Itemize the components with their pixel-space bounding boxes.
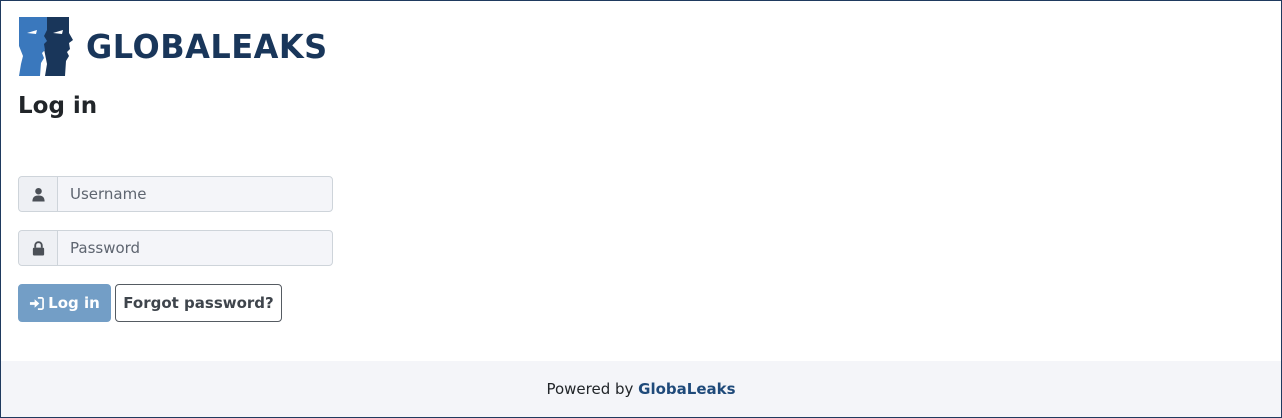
footer-prefix: Powered by bbox=[546, 380, 634, 398]
footer-globaleaks-link[interactable]: GlobaLeaks bbox=[638, 380, 735, 398]
user-icon bbox=[19, 177, 58, 211]
password-input[interactable] bbox=[58, 231, 332, 265]
brand-name: GLOBALEAKS bbox=[86, 26, 328, 66]
username-field-group bbox=[18, 176, 333, 212]
lock-icon bbox=[19, 231, 58, 265]
login-button-label: Log in bbox=[48, 294, 100, 312]
app-window: GLOBALEAKS Log in Log in Forgot password… bbox=[0, 0, 1282, 418]
login-button[interactable]: Log in bbox=[18, 284, 111, 322]
password-field-group bbox=[18, 230, 333, 266]
username-input[interactable] bbox=[58, 177, 332, 211]
header: GLOBALEAKS bbox=[17, 16, 335, 76]
globaleaks-faces-logo[interactable] bbox=[17, 16, 75, 76]
page-title: Log in bbox=[18, 93, 98, 119]
sign-in-icon bbox=[30, 296, 45, 310]
forgot-password-button[interactable]: Forgot password? bbox=[115, 284, 282, 322]
forgot-password-label: Forgot password? bbox=[123, 294, 274, 312]
footer: Powered by GlobaLeaks bbox=[1, 361, 1281, 417]
